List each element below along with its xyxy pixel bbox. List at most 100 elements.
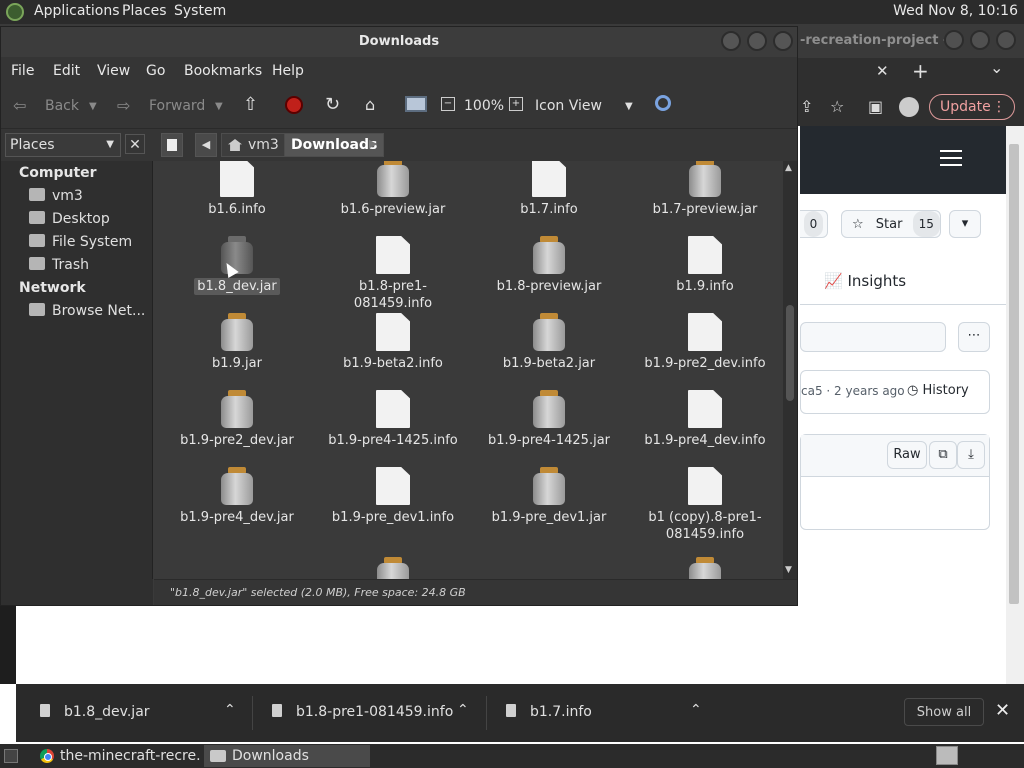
- sidebar-item-vm3[interactable]: vm3: [29, 188, 83, 204]
- close-sidebar-button[interactable]: ✕: [125, 134, 145, 154]
- forward-button[interactable]: Forward: [149, 98, 205, 114]
- more-options-button[interactable]: ⋯: [958, 322, 990, 352]
- taskbar-downloads[interactable]: Downloads: [204, 745, 370, 767]
- file-item[interactable]: b1.9.jar: [162, 307, 312, 372]
- file-item[interactable]: b1.9-pre2_dev.jar: [162, 384, 312, 449]
- file-item[interactable]: b1.9-beta2.jar: [474, 307, 624, 372]
- forward-history-chevron-icon[interactable]: ▼: [215, 101, 223, 112]
- view-mode-select[interactable]: Icon View: [535, 98, 602, 114]
- applications-menu[interactable]: Applications: [34, 3, 120, 19]
- browser-maximize-button[interactable]: [970, 30, 990, 50]
- search-icon[interactable]: [655, 95, 671, 111]
- close-tab-icon[interactable]: ✕: [876, 62, 889, 80]
- file-item[interactable]: b1.8_dev.jar: [162, 230, 312, 295]
- file-manager-titlebar[interactable]: Downloads: [1, 27, 797, 57]
- insights-tab[interactable]: 📈 Insights: [824, 272, 906, 290]
- sidebar-item-desktop[interactable]: Desktop: [29, 211, 110, 227]
- up-arrow-icon[interactable]: ⇧: [243, 94, 258, 115]
- icon-view-scrollbar[interactable]: ▲ ▼: [783, 161, 797, 579]
- sidebar-item-file-system[interactable]: File System: [29, 234, 132, 250]
- sidebar-item-trash[interactable]: Trash: [29, 257, 89, 273]
- download-raw-button[interactable]: ⤓: [957, 441, 985, 469]
- scrollbar-thumb[interactable]: [786, 305, 794, 401]
- history-link[interactable]: ◷ History: [907, 383, 969, 398]
- file-item[interactable]: b1.9-pre2_dev.info: [630, 307, 780, 372]
- show-all-button[interactable]: Show all: [904, 698, 984, 726]
- star-dropdown-button[interactable]: ▾: [949, 210, 981, 238]
- menu-view[interactable]: View: [97, 63, 130, 79]
- minimize-button[interactable]: [721, 31, 741, 51]
- icon-view[interactable]: b1.6.info b1.6-preview.jar b1.7.info b1.7-p…: [154, 161, 783, 605]
- go-to-file-input[interactable]: [800, 322, 946, 352]
- download-item-2[interactable]: b1.8-pre1-081459.info: [272, 704, 453, 720]
- breadcrumb-scroll-left-button[interactable]: ◀: [195, 133, 217, 157]
- distro-logo-icon[interactable]: [6, 3, 24, 21]
- sidepanel-icon[interactable]: ▣: [868, 97, 883, 116]
- home-icon[interactable]: ⌂: [365, 95, 375, 114]
- copy-raw-button[interactable]: ⧉: [929, 441, 957, 469]
- file-item[interactable]: b1.9-beta2.info: [318, 307, 468, 372]
- sidebar-item-browse-network[interactable]: Browse Net...: [29, 303, 145, 319]
- scroll-up-icon[interactable]: ▲: [785, 163, 792, 173]
- zoom-out-icon[interactable]: −: [441, 97, 455, 111]
- maximize-button[interactable]: [747, 31, 767, 51]
- file-item[interactable]: b1.7-preview.jar: [630, 161, 780, 218]
- download-item-3-chevron-icon[interactable]: ⌃: [690, 702, 702, 718]
- profile-avatar[interactable]: [899, 97, 919, 117]
- scroll-down-icon[interactable]: ▼: [785, 565, 792, 575]
- taskbar-browser[interactable]: the-minecraft-recre...: [32, 745, 200, 767]
- new-tab-button[interactable]: +: [912, 59, 929, 83]
- reload-icon[interactable]: ↻: [325, 94, 340, 115]
- file-item[interactable]: b1.8-preview.jar: [474, 230, 624, 295]
- watch-count-button[interactable]: 0: [800, 210, 828, 238]
- view-mode-chevron-icon[interactable]: ▼: [625, 101, 633, 112]
- share-icon[interactable]: ⇪: [800, 97, 813, 116]
- menu-bookmarks[interactable]: Bookmarks: [184, 63, 262, 79]
- back-history-chevron-icon[interactable]: ▼: [89, 101, 97, 112]
- download-item-1[interactable]: b1.8_dev.jar: [40, 704, 150, 720]
- menu-edit[interactable]: Edit: [53, 63, 80, 79]
- menu-help[interactable]: Help: [272, 63, 304, 79]
- tab-list-chevron-icon[interactable]: ⌄: [990, 58, 1003, 77]
- raw-button[interactable]: Raw: [887, 441, 927, 469]
- update-button[interactable]: Update ⋮: [929, 94, 1015, 120]
- show-desktop-icon[interactable]: [4, 749, 18, 763]
- computer-icon[interactable]: [405, 96, 427, 112]
- file-item[interactable]: b1.6.info: [162, 161, 312, 218]
- menu-go[interactable]: Go: [146, 63, 165, 79]
- download-item-2-chevron-icon[interactable]: ⌃: [457, 702, 469, 718]
- file-item[interactable]: b1 (copy).8-pre1-081459.info: [630, 461, 780, 543]
- breadcrumb-vm3[interactable]: vm3: [221, 133, 286, 157]
- browser-close-button[interactable]: [996, 30, 1016, 50]
- sidebar-type-select[interactable]: Places ▼: [5, 133, 121, 157]
- close-button[interactable]: [773, 31, 793, 51]
- file-item[interactable]: b1.6-preview.jar: [318, 161, 468, 218]
- zoom-in-icon[interactable]: +: [509, 97, 523, 111]
- file-item[interactable]: b1.9-pre4_dev.info: [630, 384, 780, 449]
- star-button[interactable]: ☆ Star 15: [841, 210, 941, 238]
- file-item[interactable]: b1.8-pre1-081459.info: [318, 230, 468, 312]
- hamburger-menu-icon[interactable]: [940, 150, 962, 166]
- breadcrumb-scroll-right-button[interactable]: ▶: [369, 133, 383, 157]
- download-item-1-chevron-icon[interactable]: ⌃: [224, 702, 236, 718]
- toggle-location-entry-button[interactable]: [161, 133, 183, 157]
- browser-minimize-button[interactable]: [944, 30, 964, 50]
- clock[interactable]: Wed Nov 8, 10:16: [893, 3, 1018, 19]
- file-item[interactable]: b1.9.info: [630, 230, 780, 295]
- file-item[interactable]: b1.9-pre4_dev.jar: [162, 461, 312, 526]
- download-item-3[interactable]: b1.7.info: [506, 704, 592, 720]
- browser-scrollbar-thumb[interactable]: [1009, 144, 1019, 604]
- file-item[interactable]: b1.9-pre4-1425.jar: [474, 384, 624, 449]
- bookmark-star-icon[interactable]: ☆: [830, 97, 844, 116]
- close-downloads-bar-button[interactable]: ✕: [995, 700, 1010, 721]
- file-item[interactable]: b1.7.info: [474, 161, 624, 218]
- file-item[interactable]: b1.9-pre_dev1.jar: [474, 461, 624, 526]
- places-menu[interactable]: Places: [122, 3, 167, 19]
- file-item[interactable]: b1.9-pre_dev1.info: [318, 461, 468, 526]
- menu-file[interactable]: File: [11, 63, 34, 79]
- file-item[interactable]: b1.9-pre4-1425.info: [318, 384, 468, 449]
- back-button[interactable]: Back: [45, 98, 79, 114]
- workspace-switcher[interactable]: [936, 746, 958, 765]
- system-menu[interactable]: System: [174, 3, 226, 19]
- stop-icon[interactable]: [285, 96, 303, 114]
